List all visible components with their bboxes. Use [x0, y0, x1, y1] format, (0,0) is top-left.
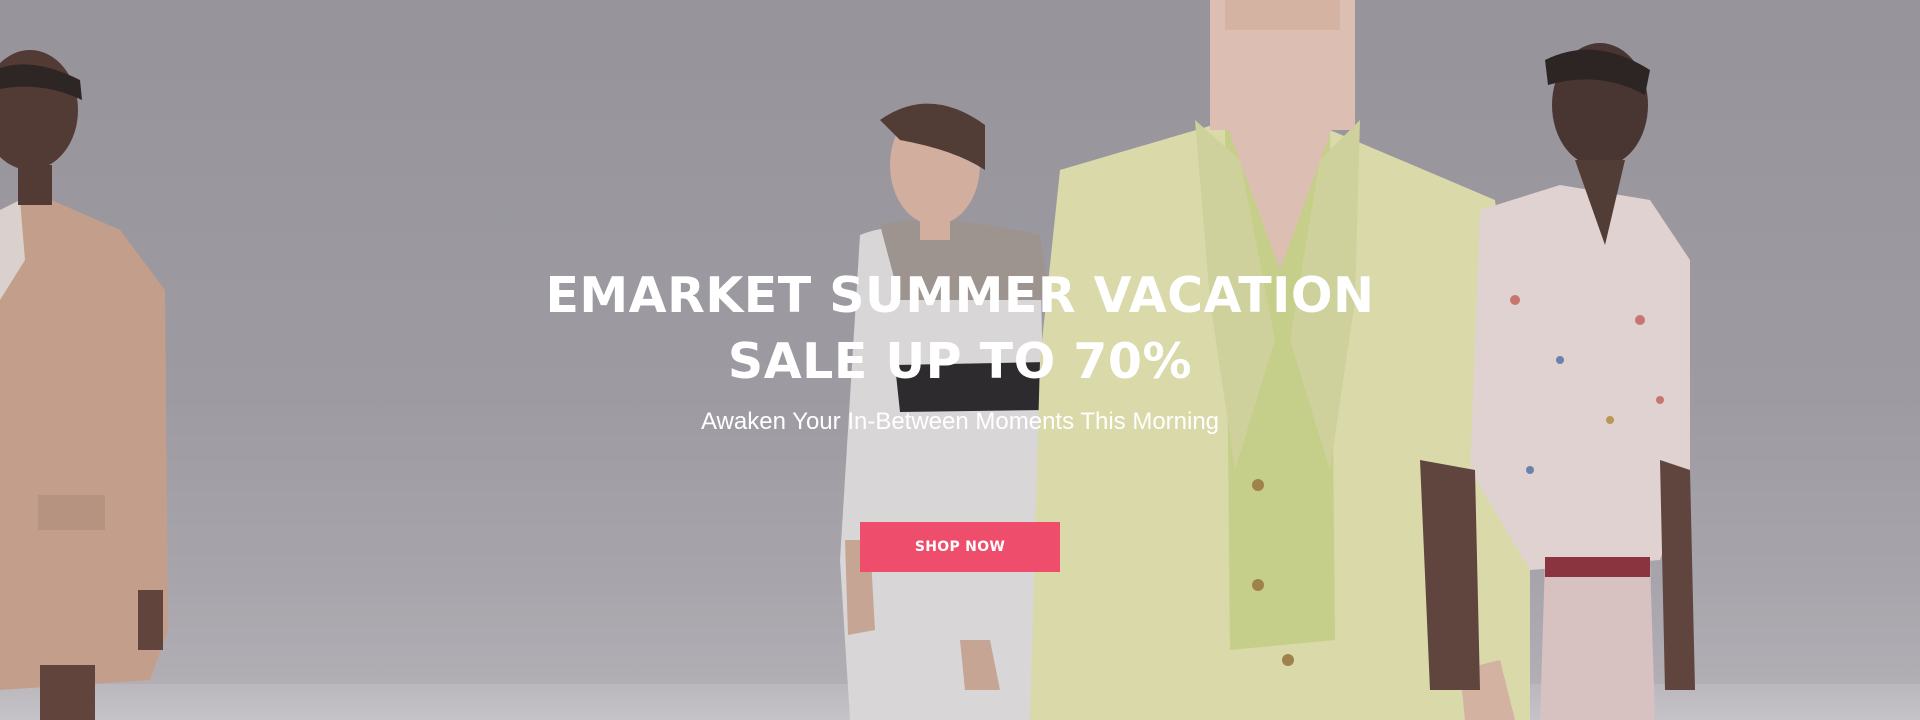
hero-headline-line2: SALE UP TO 70% — [727, 333, 1193, 390]
hero-content: EMARKET SUMMER VACATION SALE UP TO 70% A… — [0, 0, 1920, 720]
hero-headline-line1: EMARKET SUMMER VACATION — [545, 267, 1375, 324]
hero-banner: EMARKET SUMMER VACATION SALE UP TO 70% A… — [0, 0, 1920, 720]
shop-now-button[interactable]: SHOP NOW — [860, 522, 1060, 572]
hero-subheadline: Awaken Your In-Between Moments This Morn… — [700, 408, 1220, 435]
